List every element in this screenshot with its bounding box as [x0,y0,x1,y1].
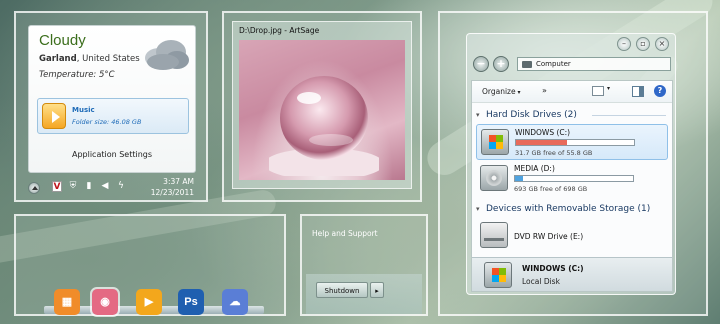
drive-name: MEDIA (D:) [514,164,555,173]
drive-usage-bar [515,139,635,146]
shutdown-button[interactable]: Shutdown [316,282,368,298]
weather-temperature: Temperature: 5°C [39,70,115,80]
details-drive-name: WINDOWS (C:) [522,264,584,273]
cloud-icon [145,40,189,70]
address-bar[interactable]: Computer [517,57,671,71]
drive-free-space: 31.7 GB free of 55.8 GB [515,149,593,157]
network-icon[interactable]: ▮ [84,181,94,192]
details-drive-type: Local Disk [522,277,560,286]
weather-region: , United States [76,54,140,64]
help-icon[interactable]: ? [654,85,666,97]
power-icon[interactable]: ϟ [116,181,126,192]
group-divider [592,115,666,116]
window-controls: – ▫ × [617,37,669,51]
cards-app-icon[interactable]: ▦ [54,289,80,315]
photo-viewer-title: D:\Drop.jpg - ArtSage [239,26,320,35]
maximize-button[interactable]: ▫ [636,37,650,51]
group-title: Hard Disk Drives (2) [486,110,577,120]
weather-condition: Cloudy [39,32,86,49]
media-player-icon[interactable]: ▶ [136,289,162,315]
navigation-bar: − + Computer [473,56,673,74]
gadgets-panel: Cloudy Garland, United States Temperatur… [14,11,208,202]
clock-time[interactable]: 3:37 AM [163,177,194,186]
more-commands-button[interactable]: » [542,86,547,95]
shutdown-options-button[interactable]: ▸ [370,282,384,298]
hard-drive-icon [480,165,508,191]
show-hidden-icons-button[interactable] [28,182,40,194]
music-folder-size: Folder size: 46.08 GB [72,118,142,126]
drive-usage-bar [514,175,634,182]
system-tray: V ⛨ ▮ ◀ ϟ 3:37 AM 12/23/2011 [28,177,198,199]
drive-name: DVD RW Drive (E:) [514,232,584,241]
application-settings-link[interactable]: Application Settings [29,150,195,159]
back-button[interactable]: − [473,56,489,72]
weather-gadget[interactable]: Cloudy Garland, United States Temperatur… [28,25,196,173]
drive-free-space: 693 GB free of 698 GB [514,185,588,193]
clock-date[interactable]: 12/23/2011 [151,188,194,197]
antivirus-icon[interactable]: V [52,181,62,192]
dvd-drive-icon [480,222,508,248]
preview-pane-icon[interactable] [632,86,644,97]
play-icon [42,103,66,129]
volume-icon[interactable]: ◀ [100,181,110,192]
explorer-window: – ▫ × − + Computer Organize » ? Hard Dis… [466,33,676,295]
music-label: Music [72,106,95,114]
explorer-toolbar: Organize » ? [472,81,672,103]
drive-usage-fill [515,176,524,181]
water-drop-image [269,76,379,176]
start-menu-panel: Help and Support Shutdown ▸ [300,214,428,316]
drive-item-c[interactable]: WINDOWS (C:) 31.7 GB free of 55.8 GB [476,124,668,160]
tray-icons: V ⛨ ▮ ◀ ϟ [52,181,126,192]
cloud-sync-icon[interactable]: ☁ [222,289,248,315]
music-folder-item[interactable]: Music Folder size: 46.08 GB [37,98,189,134]
explorer-panel: – ▫ × − + Computer Organize » ? Hard Dis… [438,11,708,316]
group-removable-storage[interactable]: Devices with Removable Storage (1) [472,201,672,217]
photo-viewer-panel: D:\Drop.jpg - ArtSage [222,11,422,202]
shield-icon[interactable]: ⛨ [68,181,78,192]
help-and-support-link[interactable]: Help and Support [312,229,378,238]
windows-drive-icon [481,129,509,155]
drive-item-d[interactable]: MEDIA (D:) 693 GB free of 698 GB [476,161,668,197]
dock-panel: ▦ ◉ ▶ Ps ☁ [14,214,286,317]
camera-app-icon[interactable]: ◉ [90,287,120,317]
group-hard-disk-drives[interactable]: Hard Disk Drives (2) [472,107,672,123]
weather-city: Garland [39,54,77,64]
organize-button[interactable]: Organize [482,87,521,96]
explorer-content: Organize » ? Hard Disk Drives (2) WINDOW… [471,80,673,292]
views-icon[interactable] [592,85,610,96]
drive-name: WINDOWS (C:) [515,128,571,137]
weather-location: Garland, United States [39,54,140,64]
photo-viewer-window[interactable]: D:\Drop.jpg - ArtSage [232,21,412,189]
details-pane: WINDOWS (C:) Local Disk [472,257,672,291]
forward-button[interactable]: + [493,56,509,72]
close-button[interactable]: × [655,37,669,51]
water-drop-photo [239,40,405,180]
drive-usage-fill [516,140,567,145]
start-menu-footer: Shutdown ▸ [306,274,422,314]
group-title: Devices with Removable Storage (1) [486,204,651,214]
photoshop-icon[interactable]: Ps [178,289,204,315]
drive-item-e[interactable]: DVD RW Drive (E:) [476,218,668,254]
windows-drive-icon [484,262,512,288]
minimize-button[interactable]: – [617,37,631,51]
